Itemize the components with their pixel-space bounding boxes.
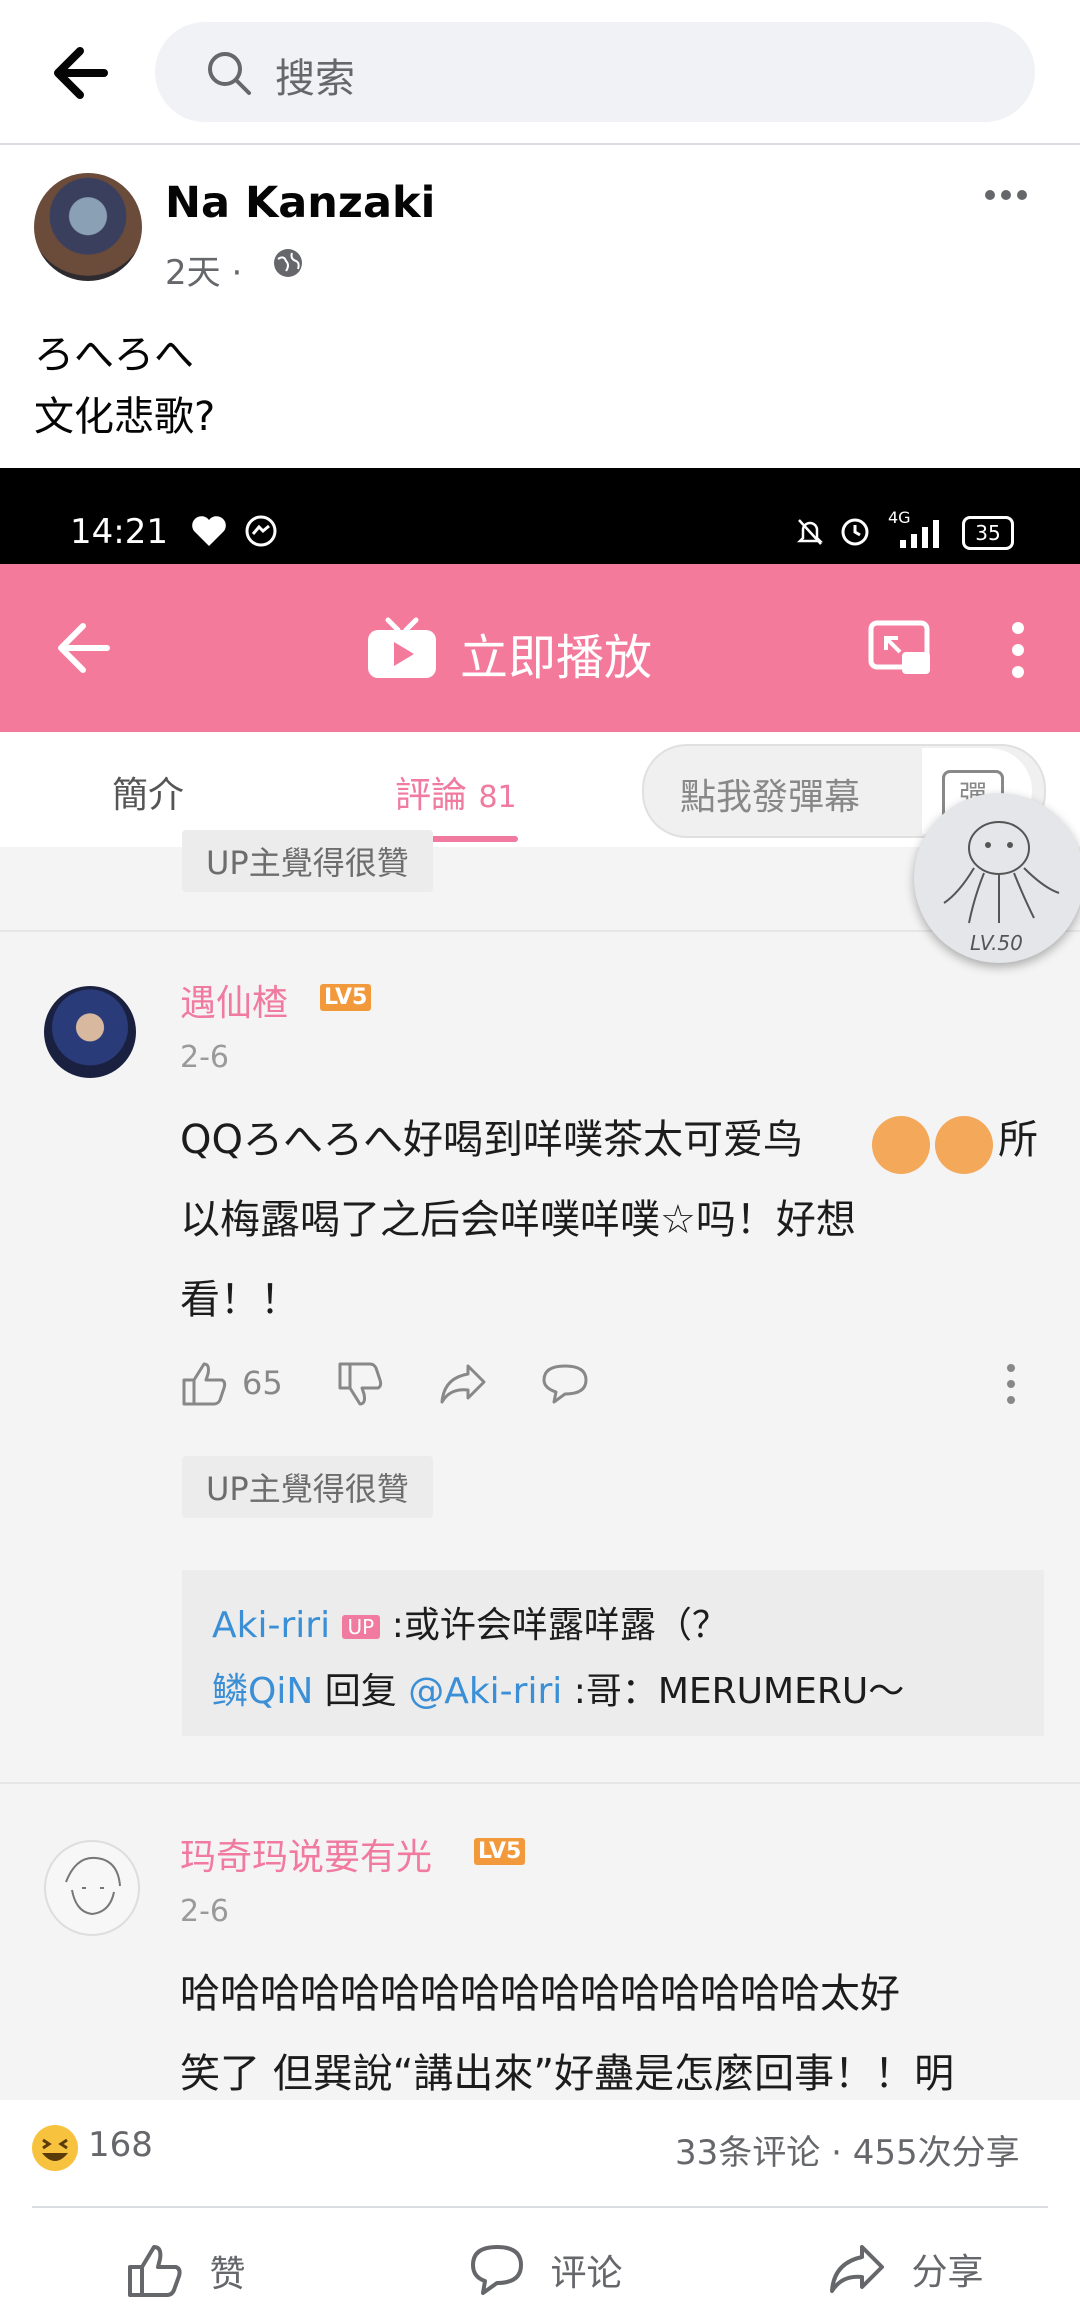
comment-icon	[471, 2245, 523, 2295]
reply-box[interactable]: Aki-riri UP :或许会咩露咩露（？ 鳞QiN 回复 @Aki-riri…	[182, 1570, 1044, 1736]
back-arrow-icon[interactable]	[50, 45, 110, 101]
heart-icon	[190, 514, 228, 552]
app-header: 立即播放	[0, 564, 1080, 732]
reply-2: 鳞QiN 回复 @Aki-riri :哥：MERUMERU～	[212, 1671, 905, 1712]
search-input[interactable]: 搜索	[155, 22, 1035, 122]
comment-text-line-2: 笑了 但巽說“講出來”好蠱是怎麼回事！！明	[180, 2051, 955, 2097]
tab-comments[interactable]: 評論 81	[395, 766, 517, 818]
comment-text-line-1: 哈哈哈哈哈哈哈哈哈哈哈哈哈哈哈哈太好	[180, 1971, 900, 2017]
footer-divider	[32, 2206, 1048, 2208]
messenger-icon	[244, 514, 278, 552]
share-button[interactable]: 分享	[828, 2243, 983, 2295]
comment-username[interactable]: 玛奇玛说要有光	[180, 1828, 432, 1880]
up-liked-tag: UP主覺得很贊	[182, 1456, 433, 1518]
signal-icon	[898, 518, 942, 552]
reply-1: Aki-riri UP :或许会咩露咩露（？	[212, 1605, 728, 1646]
level-badge: LV5	[474, 1838, 526, 1865]
author-avatar[interactable]	[34, 173, 142, 281]
tv-play-icon	[366, 616, 438, 684]
alarm-icon	[838, 514, 872, 552]
play-now-title[interactable]: 立即播放	[460, 618, 652, 688]
more-options-icon[interactable]	[982, 185, 1030, 205]
status-time: 14:21	[70, 512, 168, 552]
mute-icon	[795, 516, 825, 552]
comment-date: 2-6	[180, 1040, 229, 1075]
like-icon[interactable]	[180, 1360, 228, 1410]
kebab-menu-icon[interactable]	[1010, 620, 1026, 684]
tab-intro[interactable]: 簡介	[112, 766, 184, 818]
commenter-avatar[interactable]	[44, 1840, 140, 1936]
danmaku-placeholder: 點我發彈幕	[680, 777, 861, 818]
share-icon[interactable]	[438, 1362, 488, 1410]
comment-button[interactable]: 评论	[469, 2243, 622, 2297]
reply-icon[interactable]	[540, 1362, 590, 1410]
post-time: 2天 ·	[165, 253, 243, 293]
status-bar: 14:21 4G 35	[0, 468, 1080, 564]
author-name[interactable]: Na Kanzaki	[165, 178, 435, 228]
comment-text-line-1: QQろへろへ好喝到咩噗茶太可爱鸟	[180, 1117, 803, 1163]
commenter-avatar[interactable]	[44, 986, 136, 1078]
comment-text-line-3: 看！！	[180, 1277, 300, 1323]
shiba-emoji-icon	[935, 1116, 993, 1174]
comment-text-line-1-end: 所	[998, 1117, 1038, 1163]
comment-more-icon[interactable]	[1005, 1362, 1017, 1410]
shiba-emoji-icon	[872, 1116, 930, 1174]
comment-username[interactable]: 遇仙楂	[180, 974, 288, 1026]
comment-date: 2-6	[180, 1894, 229, 1929]
back-arrow-icon[interactable]	[55, 622, 111, 678]
cast-icon[interactable]	[868, 620, 932, 682]
haha-emoji-icon[interactable]	[32, 2125, 78, 2171]
search-icon	[205, 49, 253, 97]
reaction-count[interactable]: 168	[88, 2125, 153, 2165]
dislike-icon[interactable]	[336, 1362, 384, 1412]
like-icon	[128, 2245, 182, 2297]
comment-divider	[0, 1782, 1080, 1784]
post-stats[interactable]: 33条评论 · 455次分享	[675, 2125, 1020, 2174]
level-badge: LV5	[320, 984, 372, 1011]
up-liked-tag: UP主覺得很贊	[182, 830, 433, 892]
search-placeholder: 搜索	[275, 56, 355, 102]
like-count: 65	[242, 1364, 283, 1402]
post-image[interactable]: 14:21 4G 35 立即播放 簡介 評論 81 點我發彈幕 彈 UP主覺得很…	[0, 468, 1080, 2100]
like-button[interactable]: 赞	[126, 2243, 245, 2299]
globe-icon	[272, 247, 304, 279]
battery-icon: 35	[962, 516, 1014, 550]
octopus-stamp-sticker: LV.50	[914, 793, 1080, 963]
stamp-level-text: LV.50	[970, 931, 1023, 955]
post-text-line-2: 文化悲歌?	[34, 394, 216, 440]
top-bar: 搜索	[0, 0, 1080, 145]
comment-text-line-2: 以梅露喝了之后会咩噗咩噗☆吗！好想	[180, 1197, 856, 1243]
post-text-line-1: ろへろへ	[34, 332, 194, 378]
share-icon	[830, 2245, 884, 2293]
up-badge: UP	[341, 1615, 381, 1639]
